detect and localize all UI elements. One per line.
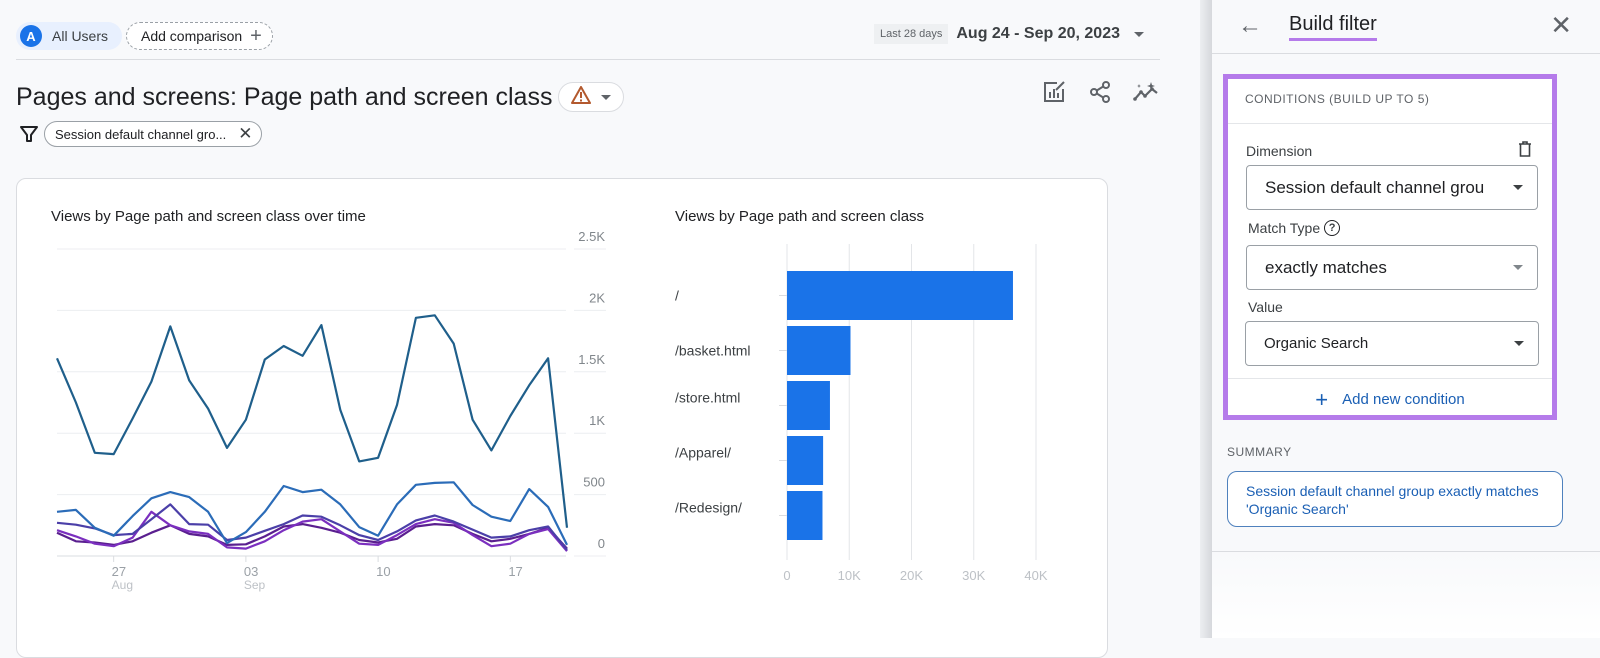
add-new-condition-button[interactable]: + Add new condition <box>1228 378 1552 420</box>
panel-title: Build filter <box>1289 13 1377 41</box>
dimension-value: Session default channel grou <box>1265 177 1485 197</box>
back-arrow-icon[interactable]: ← <box>1238 12 1262 40</box>
x-tick-label: 10K <box>838 568 861 583</box>
x-tick-label: 0 <box>783 568 790 583</box>
bar <box>787 326 851 375</box>
value-select[interactable]: Organic Search <box>1245 321 1539 366</box>
add-condition-label: Add new condition <box>1342 391 1465 408</box>
dimension-select[interactable]: Session default channel grou <box>1246 165 1538 210</box>
match-type-label: Match Type ? <box>1248 220 1341 236</box>
conditions-box: CONDITIONS (BUILD UP TO 5) Dimension Ses… <box>1223 74 1557 420</box>
y-tick-label: 1K <box>589 413 605 428</box>
bar-category-label: /Apparel/ <box>675 445 731 461</box>
panel-divider <box>1200 0 1212 638</box>
y-tick-label: 500 <box>583 475 605 490</box>
report-main: A All Users Add comparison + Last 28 day… <box>0 0 1200 658</box>
bar <box>787 491 823 540</box>
delete-condition-icon[interactable] <box>1518 141 1532 157</box>
bar-category-label: /Redesign/ <box>675 500 742 516</box>
dimension-label-text: Dimension <box>1246 143 1313 159</box>
value-label: Value <box>1248 299 1283 315</box>
insights-icon[interactable] <box>1132 78 1160 106</box>
x-tick-label: 20K <box>900 568 923 583</box>
value-value: Organic Search <box>1264 335 1369 352</box>
panel-footer <box>1212 552 1600 638</box>
dropdown-caret-icon <box>1513 185 1523 190</box>
x-tick-label: 30K <box>962 568 985 583</box>
x-tick-label: 10 <box>376 564 390 579</box>
bar <box>787 271 1013 320</box>
bar-category-label: /basket.html <box>675 343 750 359</box>
chevron-down-icon <box>1134 31 1144 37</box>
bar-category-label: / <box>675 288 679 304</box>
bar <box>787 436 824 485</box>
close-icon[interactable]: ✕ <box>1550 10 1572 41</box>
x-tick-label: 03 <box>244 564 258 579</box>
match-type-select[interactable]: exactly matches <box>1246 245 1538 290</box>
line-series-1 <box>55 314 569 528</box>
x-tick-label: 17 <box>508 564 522 579</box>
value-label-text: Value <box>1248 299 1283 315</box>
summary-label: SUMMARY <box>1227 445 1292 459</box>
y-tick-label: 0 <box>598 536 605 551</box>
match-type-value: exactly matches <box>1265 257 1387 277</box>
dimension-label: Dimension <box>1246 143 1312 159</box>
y-tick-label: 2.5K <box>578 229 605 244</box>
dropdown-caret-icon <box>1513 265 1523 270</box>
x-tick-label: 40K <box>1024 568 1047 583</box>
bar <box>787 381 830 430</box>
panel-header: ← Build filter ✕ <box>1212 0 1600 54</box>
y-tick-label: 2K <box>589 290 605 305</box>
line-series-4 <box>56 510 568 552</box>
match-type-label-text: Match Type <box>1248 220 1321 236</box>
line-series-3 <box>56 503 568 551</box>
conditions-header: CONDITIONS (BUILD UP TO 5) <box>1228 79 1552 124</box>
summary-box: Session default channel group exactly ma… <box>1227 471 1563 527</box>
dropdown-caret-icon <box>1514 341 1524 346</box>
bar-category-label: /store.html <box>675 390 740 406</box>
plus-icon: + <box>1315 386 1329 412</box>
x-tick-month-label: Sep <box>244 578 266 592</box>
build-filter-panel: ← Build filter ✕ CONDITIONS (BUILD UP TO… <box>1212 0 1600 638</box>
bar-chart: 0 10K 20K 30K 40K / /basket.html/store.html/Ap… <box>675 244 1048 583</box>
x-tick-label: 27 <box>112 564 126 579</box>
help-icon[interactable]: ? <box>1324 220 1341 236</box>
y-tick-label: 1.5K <box>578 352 605 367</box>
line-chart: 0 500 1K 1.5K 2K 2.5K 27Aug 03Sep 10 17 <box>55 229 606 592</box>
x-tick-month-label: Aug <box>112 578 133 592</box>
